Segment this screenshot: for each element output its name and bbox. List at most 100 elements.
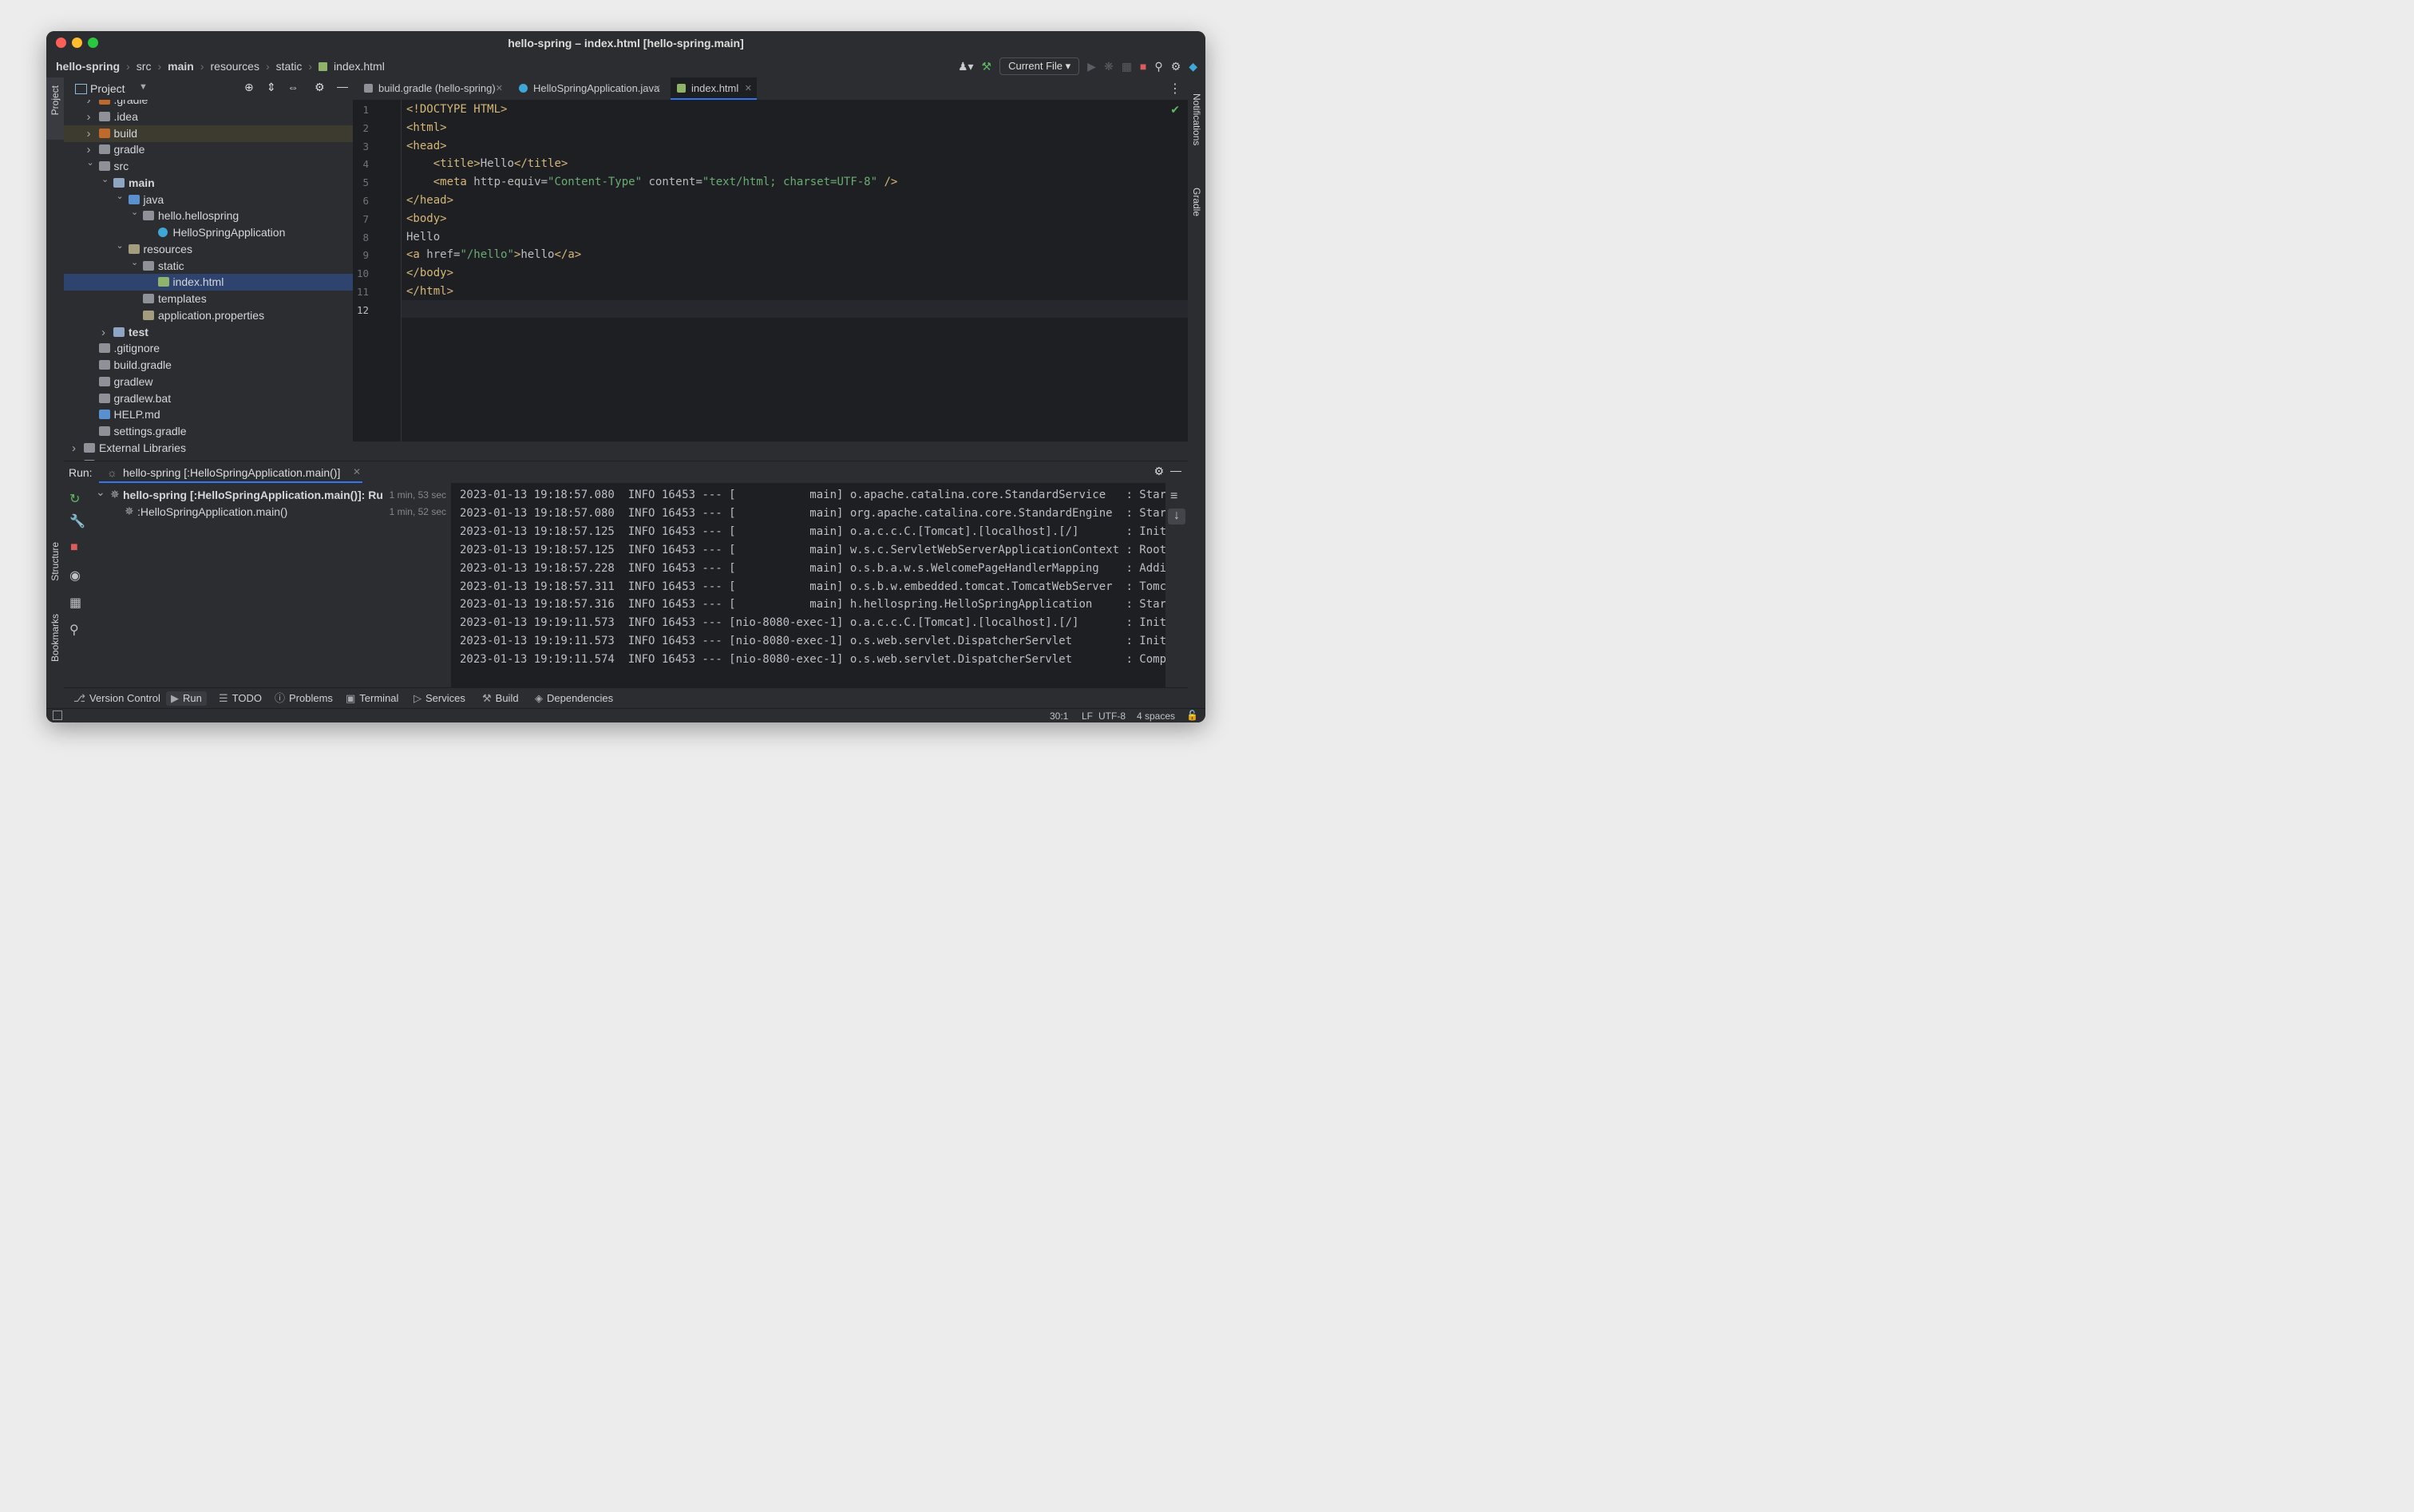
tree-row-java[interactable]: ⌄ java [64,192,353,208]
line-separator[interactable]: LF [1082,710,1093,722]
jetbrains-ai-icon[interactable]: ◆ [1189,60,1197,73]
stop-icon[interactable]: ■ [70,540,78,555]
tree-row--gradle[interactable]: › .gradle [64,100,353,109]
tree-row-settings-gradle[interactable]: settings.gradle [64,423,353,440]
bottom-tab-terminal[interactable]: ▣ Terminal [346,691,398,706]
lock-icon[interactable]: 🔓 [1186,710,1198,721]
tree-row-external-libraries[interactable]: › External Libraries [64,440,353,457]
close-icon[interactable]: ✕ [654,77,661,100]
tree-row-main[interactable]: ⌄ main [64,175,353,192]
chevron-icon[interactable]: ⌄ [131,204,140,221]
breadcrumb-item[interactable]: hello-spring [56,60,120,73]
soft-wrap-icon[interactable]: ≡ [1170,489,1177,504]
chevron-icon[interactable]: › [87,109,97,125]
tree-row--gitignore[interactable]: .gitignore [64,340,353,357]
tree-row-hellospringapplication[interactable]: HelloSpringApplication [64,224,353,241]
debug-icon[interactable]: ❋ [1104,60,1114,73]
tree-row-gradlew[interactable]: gradlew [64,374,353,390]
caret-position[interactable]: 30:1 [1050,710,1068,722]
bottom-tab-version-control[interactable]: ⎇ Version Control [73,691,160,706]
bottom-tab-build[interactable]: ⚒ Build [482,691,519,706]
breadcrumb-item[interactable]: main [168,60,194,73]
settings-gear-icon[interactable]: ⚙ [1171,60,1181,73]
code-editor[interactable]: 1 2 3 4 5 6 7 8 9 10 11 12 ✔ <!DOCTYPE HTML> <html> <… [353,100,1188,441]
layout-icon[interactable]: ▦ [69,595,81,611]
collapse-all-icon[interactable]: ⇔ [287,81,299,93]
tree-row-templates[interactable]: templates [64,291,353,307]
run-icon[interactable]: ▶ [1087,60,1096,73]
chevron-icon[interactable]: › [87,125,97,142]
tree-row-gradle[interactable]: › gradle [64,141,353,158]
file-encoding[interactable]: UTF-8 [1098,710,1126,722]
close-icon[interactable]: ✕ [353,466,361,477]
bottom-tab-run[interactable]: ▶ Run [166,691,207,706]
coverage-icon[interactable]: ▦ [1122,60,1132,73]
scroll-to-end-icon[interactable]: ↓ [1168,509,1185,524]
gradle-tool-button[interactable]: Gradle [1191,188,1202,216]
hide-panel-icon[interactable]: — [337,80,348,93]
tree-row-resources[interactable]: ⌄ resources [64,241,353,258]
editor-tab-1[interactable]: build.gradle (hello-spring) ✕ [358,77,508,100]
tree-row-hello-hellospring[interactable]: ⌄ hello.hellospring [64,208,353,224]
breadcrumb-item[interactable]: static [276,60,303,73]
close-icon[interactable]: ✕ [745,77,752,100]
eye-icon[interactable]: ◉ [69,568,81,584]
hide-panel-icon[interactable]: — [1170,464,1181,477]
chevron-icon[interactable]: › [87,100,97,109]
run-tab-label[interactable]: hello-spring [:HelloSpringApplication.ma… [123,466,340,479]
breadcrumb-item[interactable]: resources [211,60,259,73]
editor-tab-3[interactable]: index.html ✕ [671,77,757,100]
console-output[interactable]: 2023-01-13 19:18:57.080 INFO 16453 --- [… [451,483,1165,687]
build-hammer-icon[interactable]: ⚒ [982,60,992,73]
more-tabs-icon[interactable]: ⋮ [1169,81,1181,97]
project-tool-button[interactable]: Project [49,85,61,115]
wrench-icon[interactable]: 🔧 [69,513,85,529]
gear-icon[interactable]: ⚙ [315,81,325,94]
bottom-tab-services[interactable]: ▷ Services [414,691,465,706]
tree-row-application-properties[interactable]: application.properties [64,307,353,324]
chevron-icon[interactable]: › [101,324,111,341]
run-tree-root[interactable]: ⌄ ✵ hello-spring [:HelloSpringApplication.… [88,485,451,504]
tree-row-build[interactable]: › build [64,125,353,142]
locate-file-icon[interactable]: ⊕ [244,81,254,94]
rerun-icon[interactable]: ↻ [69,491,80,507]
breadcrumb-item[interactable]: src [137,60,152,73]
notifications-tool-button[interactable]: Notifications [1191,93,1202,145]
tree-row-test[interactable]: › test [64,324,353,341]
close-icon[interactable]: ✕ [496,77,503,100]
bottom-tab-dependencies[interactable]: ◈ Dependencies [535,691,613,706]
expand-all-icon[interactable]: ⇕ [267,81,276,94]
tree-row-help-md[interactable]: HELP.md [64,406,353,423]
tree-row-gradlew-bat[interactable]: gradlew.bat [64,390,353,407]
project-panel-title[interactable]: Project [90,82,125,95]
chevron-icon[interactable]: › [72,440,81,457]
stop-icon[interactable]: ■ [1140,60,1146,73]
run-configuration-select[interactable]: Current File ▾ [999,57,1080,75]
editor-tab-2[interactable]: HelloSpringApplication.java ✕ [512,77,666,100]
chevron-icon[interactable]: ⌄ [101,172,111,188]
bottom-tab-todo[interactable]: ☰ TODO [219,691,262,706]
bottom-tab-problems[interactable]: ⓘ Problems [275,691,333,706]
tree-row-build-gradle[interactable]: build.gradle [64,357,353,374]
tree-row-index-html[interactable]: index.html [64,274,353,291]
run-tree-child[interactable]: ✵:HelloSpringApplication.main() 1 min, 52… [88,505,451,520]
chevron-down-icon[interactable]: ▼ [139,82,148,92]
chevron-down-icon[interactable]: ⌄ [96,485,105,499]
tree-row-static[interactable]: ⌄ static [64,258,353,275]
indent-setting[interactable]: 4 spaces [1137,710,1175,722]
chevron-icon[interactable]: ⌄ [131,255,140,271]
chevron-icon[interactable]: ⌄ [117,188,126,205]
structure-tool-button[interactable]: Structure [49,542,61,581]
pin-icon[interactable]: ⚲ [69,622,79,638]
chevron-icon[interactable]: ⌄ [87,155,97,172]
no-problems-check-icon[interactable]: ✔ [1170,103,1180,117]
breadcrumb-item[interactable]: index.html [334,60,385,73]
bookmarks-tool-button[interactable]: Bookmarks [49,614,61,662]
gear-icon[interactable]: ⚙ [1154,465,1164,478]
search-icon[interactable]: ⚲ [1154,60,1162,73]
toggle-tool-windows-icon[interactable] [53,710,62,720]
user-icon[interactable]: ♟▾ [958,60,974,73]
chevron-icon[interactable]: ⌄ [117,238,126,255]
tree-row--idea[interactable]: › .idea [64,109,353,125]
